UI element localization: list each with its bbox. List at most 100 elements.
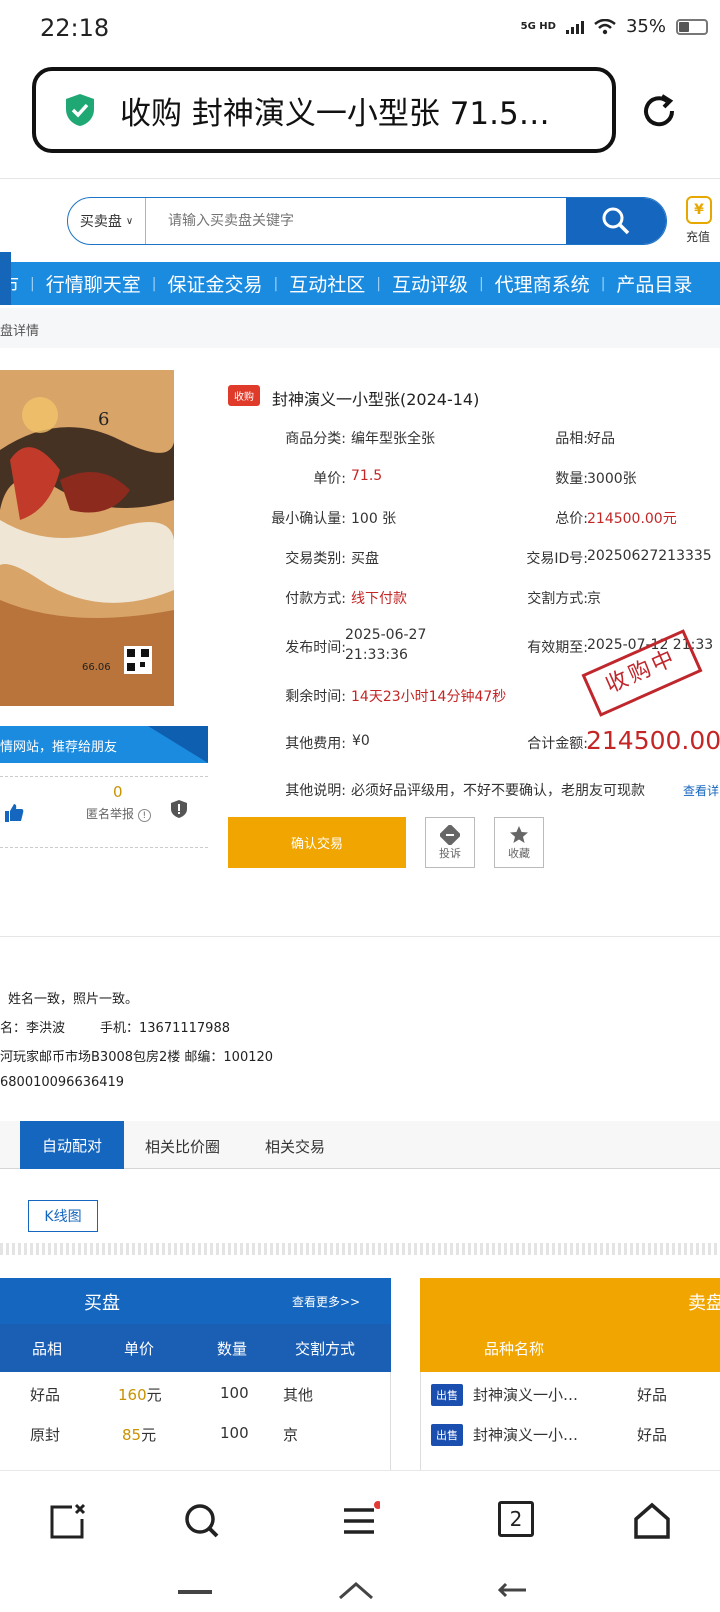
favorite-button[interactable]: 收藏: [494, 817, 544, 868]
buy-more-link[interactable]: 查看更多>>: [292, 1293, 360, 1310]
shield-check-icon: [66, 94, 94, 126]
complain-button[interactable]: 投诉: [425, 817, 475, 868]
back-indicator[interactable]: [498, 1580, 528, 1600]
search-type-select[interactable]: 买卖盘 ∨: [68, 198, 146, 244]
recents-indicator[interactable]: [178, 1590, 212, 1594]
field-value: 京: [587, 591, 601, 607]
col-header: 数量: [217, 1340, 248, 1358]
tab-price-compare[interactable]: 相关比价圈: [145, 1136, 220, 1157]
report-label: 匿名举报: [86, 807, 135, 821]
kline-button[interactable]: K线图: [28, 1200, 98, 1232]
row-delivery: 京: [283, 1426, 299, 1444]
recharge-label: 充值: [686, 230, 711, 244]
battery-icon: [676, 18, 708, 35]
search-input[interactable]: [146, 198, 566, 244]
seller-phone: 13671117988: [139, 1021, 230, 1036]
row-condition: 原封: [30, 1426, 61, 1444]
recharge-button[interactable]: ¥ 充值: [686, 196, 720, 245]
nav-item-catalog[interactable]: 产品目录: [605, 270, 703, 297]
nav-item-agent[interactable]: 代理商系统: [484, 270, 601, 297]
nav-item-community[interactable]: 互动社区: [278, 270, 376, 297]
search-bar: 买卖盘 ∨: [67, 197, 667, 245]
share-banner[interactable]: 情网站，推荐给朋友: [0, 726, 208, 763]
seller-verify: 姓名一致，照片一致。: [8, 992, 139, 1007]
home-indicator[interactable]: [338, 1580, 374, 1600]
seller-name-label: 名：: [0, 1021, 27, 1036]
sell-badge: 出售: [431, 1424, 463, 1446]
tabs-button[interactable]: 2: [498, 1501, 534, 1537]
complain-label: 投诉: [439, 846, 461, 860]
row-condition: 好品: [30, 1386, 61, 1404]
unit-price: 71.5: [351, 468, 383, 484]
total-price: 214500.00元: [587, 511, 677, 527]
row-name: 封神演义一小…: [473, 1426, 579, 1444]
confirm-trade-button[interactable]: 确认交易: [228, 817, 406, 868]
reload-icon[interactable]: [640, 92, 678, 130]
browser-toolbar: 2: [0, 1470, 720, 1572]
field-label: 数量:: [555, 471, 588, 487]
trade-id: 20250627213335: [587, 548, 712, 564]
row-unit: 元: [146, 1386, 162, 1404]
nav-item-rating[interactable]: 互动评级: [381, 270, 479, 297]
shield-report-icon[interactable]: [170, 799, 188, 819]
tab-related-trades[interactable]: 相关交易: [265, 1136, 325, 1157]
divider: [0, 1243, 720, 1255]
sell-panel-header: 卖盘: [420, 1278, 720, 1324]
seller-address: 河玩家邮币市场B3008包房2楼 邮编：100120: [0, 1050, 274, 1065]
thumbs-up-icon[interactable]: [4, 803, 24, 823]
total-amount: 214500.00: [586, 726, 720, 755]
breadcrumb-bar: [0, 308, 720, 348]
status-time: 22:18: [40, 14, 110, 42]
network-label: 5G HD: [520, 20, 556, 32]
feedback-box: 0 匿名举报 !: [0, 776, 208, 848]
seller-account: 680010096636419: [0, 1075, 125, 1090]
search-icon[interactable]: [182, 1501, 222, 1541]
field-label: 品相:: [555, 431, 588, 447]
field-label: 付款方式:: [285, 591, 346, 607]
col-header: 品种名称: [484, 1340, 545, 1358]
field-value: 编年型张全张: [351, 431, 435, 447]
nav-item-margin[interactable]: 保证金交易: [156, 270, 273, 297]
wifi-icon: [594, 18, 616, 34]
field-label: 发布时间:: [285, 640, 346, 656]
buy-panel-header: 买盘 查看更多>>: [0, 1278, 391, 1324]
divider: [0, 178, 720, 179]
report-link[interactable]: 匿名举报 !: [86, 805, 151, 822]
remark-more-link[interactable]: 查看详: [683, 782, 719, 799]
payment-method: 线下付款: [351, 591, 407, 607]
remaining-time: 14天23小时14分钟47秒: [351, 689, 507, 705]
field-label: 最小确认量:: [271, 511, 346, 527]
sell-panel-title: 卖盘: [688, 1293, 720, 1314]
product-image[interactable]: 6 66.06: [0, 370, 174, 706]
main-nav: 市 | 行情聊天室 | 保证金交易 | 互动社区 | 互动评级 | 代理商系统 …: [0, 262, 720, 305]
complaint-icon: [440, 824, 460, 845]
sell-table-header: 品种名称: [420, 1324, 720, 1372]
field-label: 总价:: [555, 511, 588, 527]
system-nav-bar: [0, 1572, 720, 1612]
favorite-label: 收藏: [508, 846, 530, 860]
nav-item-chatroom[interactable]: 行情聊天室: [35, 270, 152, 297]
home-icon[interactable]: [632, 1501, 672, 1541]
address-bar[interactable]: 收购 封神演义一小型张 71.5…: [32, 67, 616, 153]
other-fee: ¥0: [352, 733, 370, 749]
stamp-artwork: 6 66.06: [0, 370, 174, 706]
sell-table-body: 出售 封神演义一小… 好品 出售 封神演义一小… 好品: [420, 1372, 720, 1470]
col-header: 品相: [32, 1340, 63, 1358]
row-delivery: 其他: [283, 1386, 314, 1404]
field-label: 商品分类:: [285, 431, 346, 447]
row-name: 封神演义一小…: [473, 1386, 579, 1404]
sell-badge: 出售: [431, 1384, 463, 1406]
search-type-label: 买卖盘: [79, 214, 122, 230]
seller-name: 李洪波: [26, 1021, 66, 1036]
report-count: 0: [113, 783, 123, 801]
row-condition: 好品: [637, 1386, 668, 1404]
close-tab-icon[interactable]: [48, 1501, 88, 1541]
field-label: 剩余时间:: [285, 689, 346, 705]
search-icon: [602, 207, 630, 235]
field-value: 好品: [587, 431, 615, 447]
search-button[interactable]: [566, 198, 666, 244]
buy-table-header: 品相 单价 数量 交割方式: [0, 1324, 391, 1372]
stamp-caption: 66.06: [82, 662, 111, 673]
menu-icon[interactable]: [340, 1501, 380, 1541]
tab-auto-match[interactable]: 自动配对: [20, 1121, 124, 1169]
